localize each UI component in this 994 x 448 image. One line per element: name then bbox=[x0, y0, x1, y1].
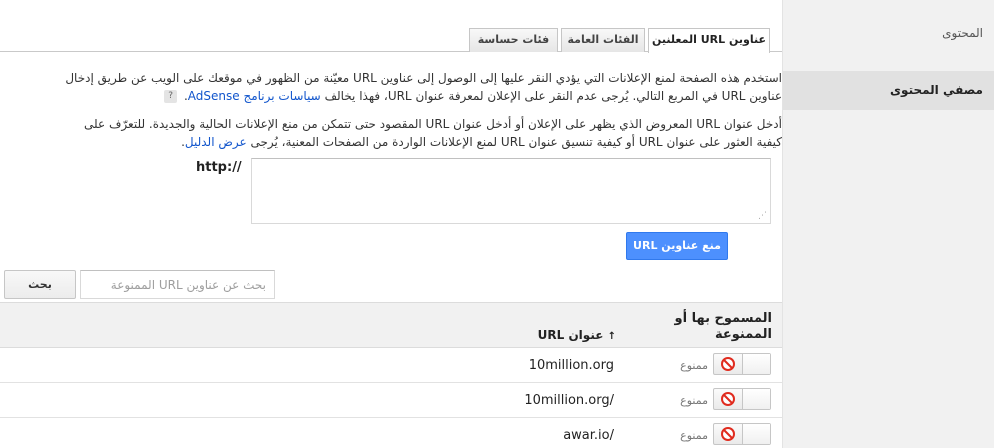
block-icon bbox=[721, 392, 735, 406]
tab-sensitive-categories[interactable]: فئات حساسة bbox=[469, 28, 558, 52]
table-header: المسموح بها أو الممنوعة ↑ عنوان URL bbox=[0, 302, 782, 348]
row-status: ممنوع bbox=[680, 429, 708, 442]
block-toggle[interactable] bbox=[713, 353, 771, 375]
intro-line-1: استخدم هذه الصفحة لمنع الإعلانات التي يؤ… bbox=[65, 71, 782, 85]
sidebar: المحتوى مصفي المحتوى bbox=[782, 0, 994, 448]
toggle-knob bbox=[742, 389, 770, 409]
row-status: ممنوع bbox=[680, 359, 708, 372]
row-url: awar.io/ bbox=[563, 428, 614, 443]
row-url: 10million.org bbox=[528, 358, 614, 373]
tab-advertiser-urls[interactable]: عناوين URL المعلنين bbox=[648, 28, 770, 53]
help-icon[interactable]: ? bbox=[164, 90, 178, 103]
table-row: awar.io/ ممنوع bbox=[0, 418, 782, 448]
table-row: 10million.org ممنوع bbox=[0, 348, 782, 383]
intro-line-2-text: عناوين URL في المربع التالي. يُرجى عدم ا… bbox=[324, 89, 782, 103]
block-icon bbox=[721, 427, 735, 441]
block-icon bbox=[721, 357, 735, 371]
block-urls-button[interactable]: منع عناوين URL bbox=[626, 232, 728, 260]
instructions-line-2-text: كيفية العثور على عنوان URL أو كيفية تنسي… bbox=[250, 135, 782, 149]
toggle-knob bbox=[742, 424, 770, 444]
row-status: ممنوع bbox=[680, 394, 708, 407]
search-input[interactable] bbox=[80, 270, 275, 299]
column-header-status: المسموح بها أو الممنوعة bbox=[674, 311, 772, 342]
row-url: 10million.org/ bbox=[524, 393, 614, 408]
adsense-policies-link[interactable]: سياسات برنامج AdSense bbox=[188, 89, 321, 103]
sidebar-item-content-filter[interactable]: مصفي المحتوى bbox=[783, 71, 994, 110]
instructions-line-2: كيفية العثور على عنوان URL أو كيفية تنسي… bbox=[0, 133, 782, 151]
intro-paragraph: استخدم هذه الصفحة لمنع الإعلانات التي يؤ… bbox=[0, 69, 782, 105]
resize-grip-icon[interactable]: ⋰ bbox=[758, 211, 768, 221]
column-header-url-label: عنوان URL bbox=[537, 328, 604, 342]
toggle-knob bbox=[742, 354, 770, 374]
intro-line-2: عناوين URL في المربع التالي. يُرجى عدم ا… bbox=[0, 87, 782, 105]
url-input[interactable] bbox=[251, 158, 771, 224]
http-prefix-label: http:// bbox=[196, 160, 242, 175]
instructions-paragraph: أدخل عنوان URL المعروض الذي يظهر على الإ… bbox=[0, 115, 782, 151]
column-header-url[interactable]: ↑ عنوان URL bbox=[520, 328, 616, 342]
search-button[interactable]: بحث bbox=[4, 270, 76, 299]
instructions-line-1: أدخل عنوان URL المعروض الذي يظهر على الإ… bbox=[84, 117, 782, 131]
sidebar-item-content[interactable]: المحتوى bbox=[783, 23, 994, 43]
block-toggle[interactable] bbox=[713, 423, 771, 445]
tab-general-categories[interactable]: الفئات العامة bbox=[561, 28, 645, 52]
sort-ascending-icon: ↑ bbox=[607, 331, 616, 342]
block-toggle[interactable] bbox=[713, 388, 771, 410]
table-row: 10million.org/ ممنوع bbox=[0, 383, 782, 418]
view-guide-link[interactable]: عرض الدليل bbox=[185, 135, 247, 149]
